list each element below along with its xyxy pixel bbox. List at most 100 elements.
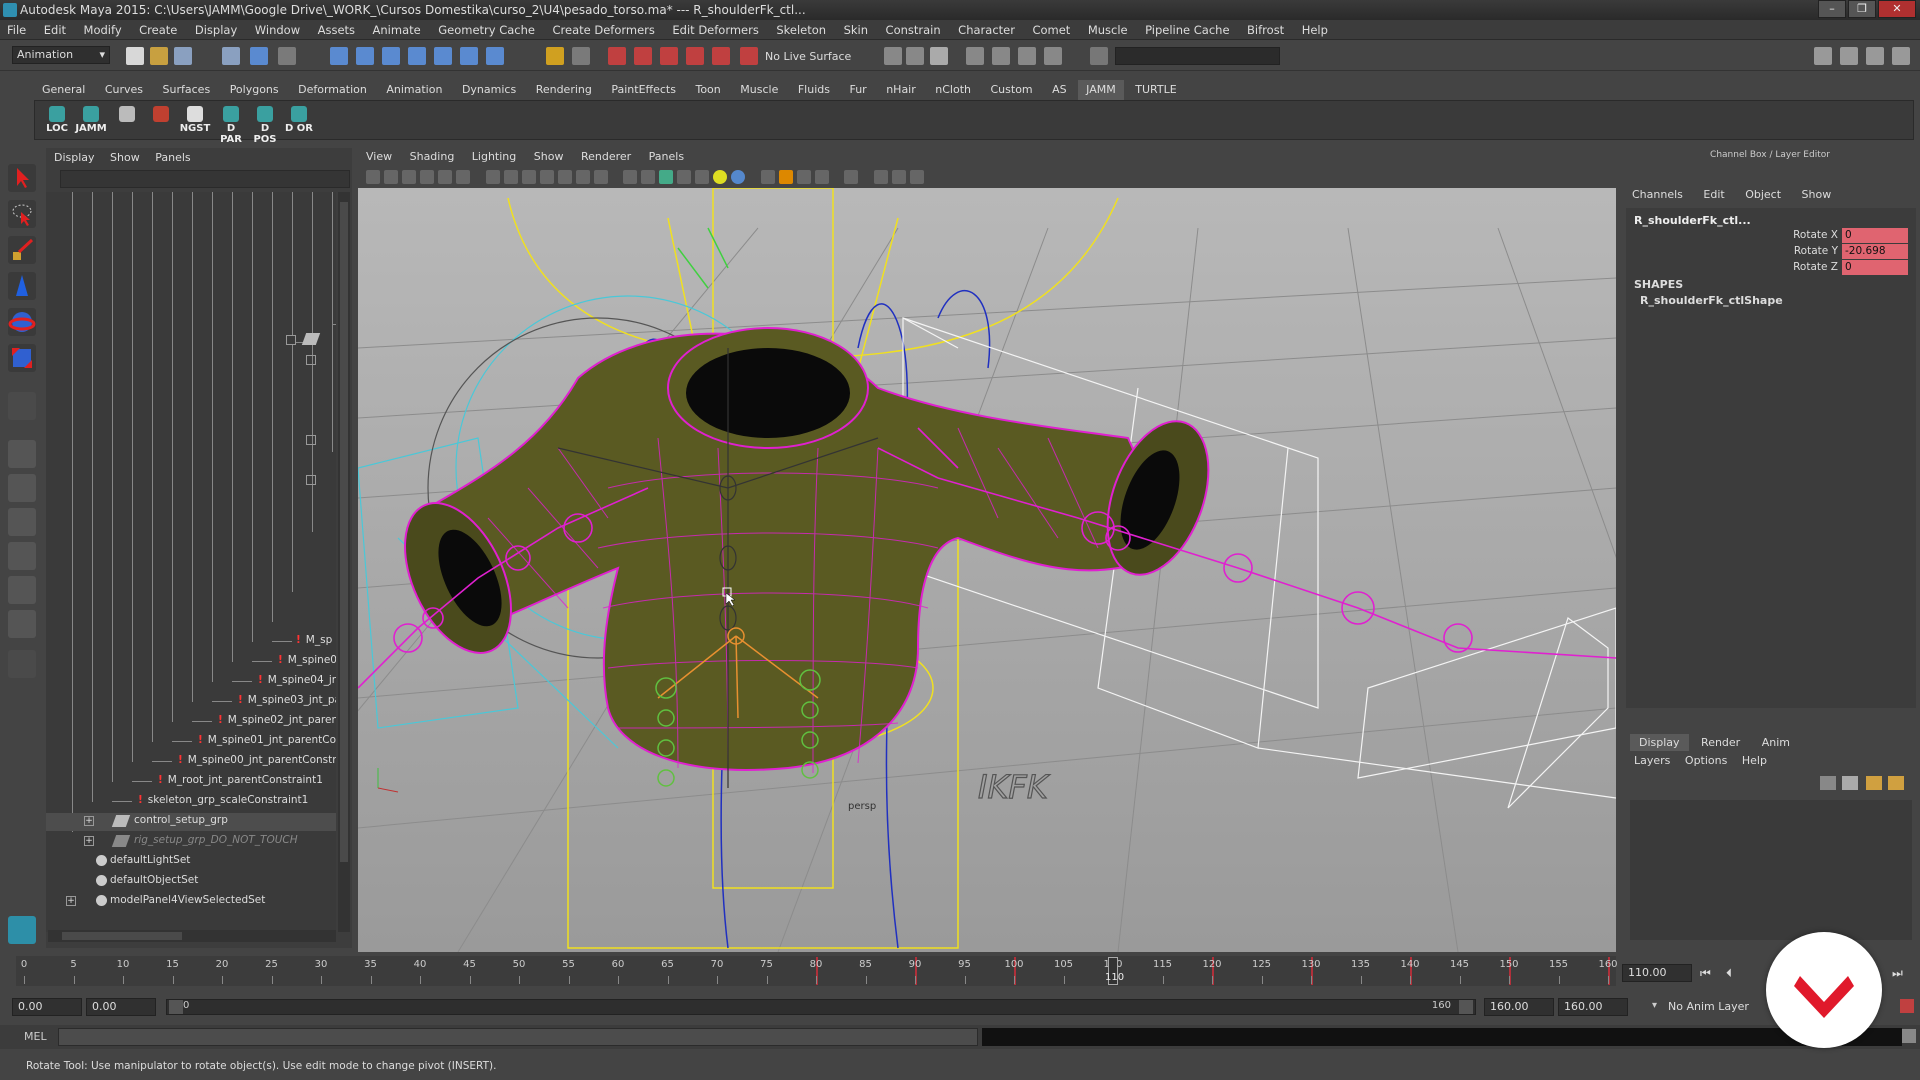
ipr-render-icon[interactable] <box>634 47 652 65</box>
shelf-button-loc[interactable]: LOC <box>41 104 73 138</box>
layout-hypershade-icon[interactable] <box>8 576 36 604</box>
outliner-filter-input[interactable] <box>60 170 350 188</box>
shelf-button-ngst[interactable]: NGST <box>179 104 211 138</box>
start-time-field[interactable]: 0.00 <box>12 998 82 1016</box>
menu-bifrost[interactable]: Bifrost <box>1240 20 1291 40</box>
shelf-button-paint[interactable] <box>145 104 177 138</box>
layout-persp-outliner-icon[interactable] <box>8 508 36 536</box>
motion-blur-icon[interactable] <box>814 170 829 184</box>
shelf-tab-deformation[interactable]: Deformation <box>290 80 375 100</box>
grid-toggle-icon[interactable] <box>485 170 500 184</box>
help-icon[interactable] <box>486 47 504 65</box>
expand-toggle[interactable]: + <box>66 896 76 906</box>
viewport-3d[interactable]: IKFK persp <box>358 188 1616 952</box>
channel-menu-show[interactable]: Show <box>1792 188 1839 201</box>
shelf-tab-ncloth[interactable]: nCloth <box>927 80 979 100</box>
move-tool-icon[interactable] <box>8 272 36 300</box>
end-time-field[interactable]: 160.00 <box>1558 998 1628 1016</box>
go-to-end-button[interactable]: ⏭ <box>1892 966 1903 981</box>
attr-rotate-y-value[interactable]: -20.698 <box>1842 244 1908 259</box>
menu-create[interactable]: Create <box>132 20 184 40</box>
viewport-menu-renderer[interactable]: Renderer <box>573 148 637 166</box>
menu-character[interactable]: Character <box>951 20 1022 40</box>
viewport-menu-panels[interactable]: Panels <box>641 148 690 166</box>
menu-modify[interactable]: Modify <box>77 20 129 40</box>
gate-mask-icon[interactable] <box>521 170 536 184</box>
shelf-button-jamm[interactable]: JAMM <box>75 104 107 138</box>
layer-move-up-icon[interactable] <box>1866 776 1882 790</box>
expand-toggle[interactable]: + <box>84 836 94 846</box>
snap-view-plane-icon[interactable] <box>408 47 426 65</box>
shelf-button-dpos[interactable]: D POS <box>249 104 281 145</box>
camera-attributes-icon[interactable] <box>384 170 398 184</box>
playback-end-field[interactable]: 160.00 <box>1484 998 1554 1016</box>
shelf-tab-custom[interactable]: Custom <box>983 80 1041 100</box>
wireframe-icon[interactable] <box>623 170 637 184</box>
last-tool-icon[interactable] <box>8 392 36 420</box>
outliner-node[interactable]: ! M_spine01_jnt_parentCor <box>198 734 336 746</box>
attr-rotate-z[interactable]: Rotate Z0 <box>1708 260 1908 275</box>
panel-layout-three-icon[interactable] <box>1866 47 1884 65</box>
outliner-node[interactable]: ! M_spine00_jnt_parentConstra <box>178 754 336 766</box>
layout-graph-icon[interactable] <box>8 610 36 638</box>
minimize-button[interactable]: – <box>1818 0 1846 18</box>
outliner-icon[interactable] <box>1018 47 1036 65</box>
attr-rotate-z-value[interactable]: 0 <box>1842 260 1908 275</box>
panel-layout-icon[interactable] <box>1814 47 1832 65</box>
expand-toggle[interactable] <box>306 355 316 365</box>
selected-object-name[interactable]: R_shoulderFk_ctl... <box>1634 214 1751 227</box>
grease-pencil-icon[interactable] <box>438 170 452 184</box>
menu-edit[interactable]: Edit <box>37 20 73 40</box>
attribute-editor-icon[interactable] <box>930 47 948 65</box>
select-object-icon[interactable] <box>250 47 268 65</box>
menu-set-dropdown[interactable]: Animation ▾ <box>12 46 110 64</box>
quick-command-input[interactable] <box>1115 47 1280 65</box>
menu-window[interactable]: Window <box>248 20 307 40</box>
share-icon[interactable] <box>909 170 924 184</box>
channel-menu-channels[interactable]: Channels <box>1622 188 1690 201</box>
viewport-menu-shading[interactable]: Shading <box>402 148 461 166</box>
snap-point-icon[interactable] <box>382 47 400 65</box>
panel-layout-four-icon[interactable] <box>1892 47 1910 65</box>
outliner-node-default-light-set[interactable]: defaultLightSet <box>110 854 190 866</box>
expand-toggle[interactable] <box>306 475 316 485</box>
select-hierarchy-icon[interactable] <box>222 47 240 65</box>
panel-layout-two-icon[interactable] <box>1840 47 1858 65</box>
scale-tool-icon[interactable] <box>8 344 36 372</box>
layer-tab-anim[interactable]: Anim <box>1753 734 1799 751</box>
range-slider[interactable]: 0 160 <box>166 999 1476 1015</box>
attr-rotate-x-value[interactable]: 0 <box>1842 228 1908 243</box>
layout-four-icon[interactable] <box>8 474 36 502</box>
shelf-tab-fluids[interactable]: Fluids <box>790 80 838 100</box>
outliner-node[interactable]: ! skeleton_grp_scaleConstraint1 <box>138 794 308 806</box>
auto-key-icon[interactable] <box>1900 999 1914 1013</box>
outliner-node[interactable]: ! M_spine0 <box>278 654 336 666</box>
render-view-icon[interactable] <box>712 47 730 65</box>
camera-select-icon[interactable] <box>366 170 380 184</box>
resolution-gate-icon[interactable] <box>503 170 518 184</box>
shelf-tab-rendering[interactable]: Rendering <box>528 80 600 100</box>
shelf-tab-jamm[interactable]: JAMM <box>1078 80 1124 100</box>
shelf-tab-animation[interactable]: Animation <box>378 80 450 100</box>
shelf-button-skeleton[interactable] <box>111 104 143 138</box>
menu-create-deformers[interactable]: Create Deformers <box>545 20 661 40</box>
safe-action-icon[interactable] <box>557 170 572 184</box>
outliner-node-control-setup[interactable]: control_setup_grp <box>134 814 228 826</box>
checker-icon[interactable] <box>695 170 709 184</box>
script-editor-icon[interactable] <box>1902 1029 1916 1043</box>
lock-icon[interactable] <box>546 47 564 65</box>
menu-geometry-cache[interactable]: Geometry Cache <box>431 20 542 40</box>
playback-start-field[interactable]: 0.00 <box>86 998 156 1016</box>
layout-single-icon[interactable] <box>8 440 36 468</box>
viewport-menu-view[interactable]: View <box>358 148 398 166</box>
xray-joints-icon[interactable] <box>778 170 793 184</box>
graph-editor-icon[interactable] <box>1044 47 1062 65</box>
shelf-tab-toon[interactable]: Toon <box>687 80 728 100</box>
menu-muscle[interactable]: Muscle <box>1081 20 1135 40</box>
attr-rotate-y[interactable]: Rotate Y -20.698 <box>1708 244 1908 259</box>
hypershade-icon[interactable] <box>686 47 704 65</box>
shelf-tab-fur[interactable]: Fur <box>841 80 874 100</box>
render-frame-icon[interactable] <box>608 47 626 65</box>
lasso-tool-icon[interactable] <box>8 200 36 228</box>
open-scene-icon[interactable] <box>150 47 168 65</box>
